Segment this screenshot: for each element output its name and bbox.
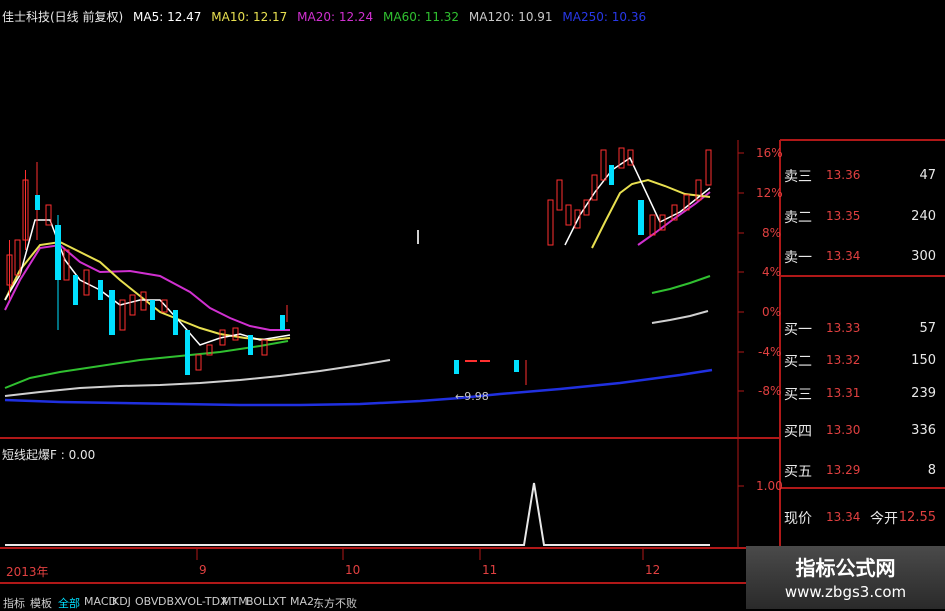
buy-4-price: 13.30 [826, 423, 861, 437]
current-price-value: 13.34 [826, 510, 861, 524]
sell-1-price: 13.34 [826, 249, 861, 263]
sell-3-vol: 47 [919, 168, 936, 183]
buy-3-price: 13.31 [826, 386, 861, 400]
buy-row-3: 买三 13.31 239 [780, 378, 940, 408]
open-price-label: 今开 [870, 511, 898, 527]
ma120-line-right [651, 310, 709, 324]
buy-row-2: 买二 13.32 150 [780, 345, 940, 375]
buy-2-label: 买二 [784, 354, 812, 370]
tab-obv[interactable]: OBV [135, 595, 158, 608]
quote-panel: 卖三 13.36 47 卖二 13.35 240 卖一 13.34 300 买一… [780, 140, 945, 546]
y-axis-16: 16% [756, 146, 783, 160]
y-axis-4: 4% [762, 265, 782, 279]
tab-ma2[interactable]: MA2 [290, 595, 314, 608]
buy-5-vol: 8 [927, 463, 936, 478]
low-price-marker: ←9.98 [455, 390, 489, 403]
sell-2-price: 13.35 [826, 209, 861, 223]
sell-2-label: 卖二 [784, 210, 812, 226]
y-axis-12: 12% [756, 186, 783, 200]
ma250-line [4, 368, 713, 407]
sell-row-3: 卖三 13.36 47 [780, 160, 940, 190]
ma60-line-right [651, 275, 711, 294]
tab-dbx[interactable]: DBX [158, 595, 182, 608]
stock-chart-app: 佳士科技(日线 前复权) MA5: 12.47 MA10: 12.17 MA20… [0, 0, 945, 610]
y-axis-m4: -4% [758, 345, 782, 359]
x-axis-11: 11 [482, 563, 498, 577]
sell-3-label: 卖三 [784, 169, 812, 185]
y-axis-m8: -8% [758, 384, 782, 398]
watermark: 指标公式网 www.zbgs3.com [746, 546, 945, 609]
x-axis-9: 9 [199, 563, 207, 577]
sell-row-2: 卖二 13.35 240 [780, 201, 940, 231]
ma60-line [4, 340, 289, 389]
buy-row-4: 买四 13.30 336 [780, 415, 940, 445]
buy-1-label: 买一 [784, 322, 812, 338]
tab-xt[interactable]: XT [272, 595, 286, 608]
tab-vol-tdx[interactable]: VOL-TDX [180, 595, 228, 608]
buy-5-price: 13.29 [826, 463, 861, 477]
x-axis-12: 12 [645, 563, 661, 577]
sell-3-price: 13.36 [826, 168, 861, 182]
candles-left [6, 162, 288, 375]
buy-row-1: 买一 13.33 57 [780, 313, 940, 343]
indicator-line [5, 482, 710, 546]
buy-row-5: 买五 13.29 8 [780, 455, 940, 485]
tab-boll[interactable]: BOLL [246, 595, 274, 608]
ma120-line [4, 359, 391, 397]
buy-3-vol: 239 [911, 386, 936, 401]
buy-4-label: 买四 [784, 424, 812, 440]
sell-2-vol: 240 [911, 209, 936, 224]
buy-4-vol: 336 [911, 423, 936, 438]
indicator-label: 短线起爆F : 0.00 [2, 448, 96, 462]
tab-kdj[interactable]: KDJ [112, 595, 131, 608]
buy-1-vol: 57 [919, 321, 936, 336]
ma5-line-right [564, 156, 711, 246]
buy-2-vol: 150 [911, 353, 936, 368]
current-price-label: 现价 [784, 511, 812, 527]
watermark-url: www.zbgs3.com [784, 583, 907, 601]
tab-mtm[interactable]: MTM [222, 595, 248, 608]
watermark-title: 指标公式网 [795, 556, 896, 580]
ma20-line [4, 243, 290, 331]
indicator-axis-1: 1.00 [756, 479, 783, 493]
buy-2-price: 13.32 [826, 353, 861, 367]
sell-1-vol: 300 [911, 249, 936, 264]
buy-5-label: 买五 [784, 464, 812, 480]
x-axis-2013: 2013年 [6, 565, 49, 579]
y-axis-8: 8% [762, 226, 782, 240]
sell-1-label: 卖一 [784, 250, 812, 266]
x-axis-10: 10 [345, 563, 361, 577]
ma5-line [4, 219, 291, 346]
y-axis-0: 0% [762, 305, 782, 319]
sell-row-1: 卖一 13.34 300 [780, 241, 940, 271]
ma10-line-right [591, 178, 711, 249]
buy-3-label: 买三 [784, 387, 812, 403]
open-price-value: 12.55 [898, 510, 936, 525]
buy-1-price: 13.33 [826, 321, 861, 335]
current-price-row: 现价 13.34 今开 12.55 [780, 502, 940, 532]
